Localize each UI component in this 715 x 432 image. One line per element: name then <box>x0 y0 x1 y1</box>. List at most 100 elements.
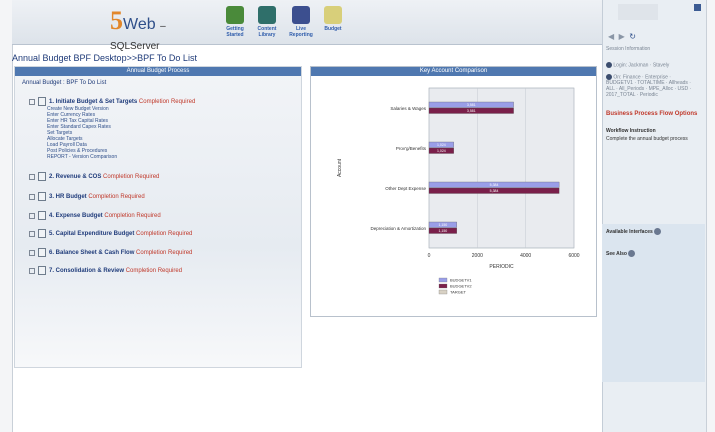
task-consolidation[interactable]: 7. Consolidation & Review Completion Req… <box>29 266 182 275</box>
expand-icon[interactable] <box>29 173 35 180</box>
info-icon[interactable] <box>628 250 636 257</box>
see-also-label: See Also <box>606 250 627 257</box>
task-label: 4. Expense Budget <box>49 213 103 220</box>
user-icon <box>606 62 612 68</box>
context-icon <box>606 74 612 80</box>
live-reporting-button[interactable]: Live Reporting <box>286 6 316 38</box>
data-label: 5,384 <box>490 189 499 193</box>
task-label: 1. Initiate Budget & Set Targets <box>49 99 138 106</box>
data-label: 1,150 <box>439 223 448 227</box>
logo-separator: – <box>160 21 166 32</box>
category-label: Salaries & Wages <box>390 106 426 111</box>
expand-icon[interactable] <box>29 249 35 256</box>
task-label: 6. Balance Sheet & Cash Flow <box>49 250 135 257</box>
workflow-text: Complete the annual budget process <box>606 136 688 142</box>
data-label: 3,581 <box>467 103 476 107</box>
logo-web-text: Web <box>123 16 156 33</box>
data-label: 1,024 <box>437 143 446 147</box>
expand-icon[interactable] <box>29 212 35 219</box>
expand-icon[interactable] <box>29 230 35 237</box>
key-account-header: Key Account Comparison <box>311 67 596 76</box>
back-icon[interactable]: ◀ <box>608 32 614 41</box>
getting-started-button[interactable]: Getting Started <box>220 6 250 38</box>
data-label: 3,581 <box>467 109 476 113</box>
document-icon <box>38 248 46 257</box>
task-label: 3. HR Budget <box>49 194 87 201</box>
legend-swatch <box>438 277 448 283</box>
x-tick-label: 0 <box>428 253 431 259</box>
available-interfaces-link[interactable]: Available Interfaces <box>606 228 662 235</box>
data-label: 1,150 <box>439 229 448 233</box>
book-icon <box>258 6 276 24</box>
document-icon <box>38 229 46 238</box>
legend-label: BUDGETV2 <box>450 284 472 289</box>
session-context: On: Finance · Enterprise · BUDGETV1 · TO… <box>606 74 698 98</box>
task-status: Completion Required <box>136 231 193 238</box>
task-hr-budget[interactable]: 3. HR Budget Completion Required <box>29 192 145 201</box>
house-icon <box>226 6 244 24</box>
task-capex-budget[interactable]: 5. Capital Expenditure Budget Completion… <box>29 229 192 238</box>
category-label: Depreciation & Amortization <box>370 226 426 231</box>
bpf-options-header: Business Process Flow Options <box>606 111 698 117</box>
task-label: 7. Consolidation & Review <box>49 268 125 275</box>
budget-icon <box>324 6 342 24</box>
document-icon <box>38 172 46 181</box>
breadcrumb: Annual Budget BPF Desktop>>BPF To Do Lis… <box>12 53 197 63</box>
x-axis-label: PERIODIC <box>489 264 514 270</box>
refresh-icon[interactable]: ↻ <box>629 32 636 41</box>
logo-number: 5 <box>110 6 123 35</box>
task-label: 5. Capital Expenditure Budget <box>49 231 135 238</box>
task-balance-sheet[interactable]: 6. Balance Sheet & Cash Flow Completion … <box>29 248 192 257</box>
x-tick-label: 2000 <box>472 253 483 259</box>
session-login: Login: Jackman · Stavely <box>606 62 698 68</box>
legend-label: BUDGETV1 <box>450 278 472 283</box>
nav-arrows[interactable]: ◀ ▶ ↻ <box>608 26 668 41</box>
live-reporting-label-2: Reporting <box>289 32 313 38</box>
report-icon <box>292 6 310 24</box>
content-library-button[interactable]: Content Library <box>252 6 282 38</box>
category-label: Prov'g/Benefits <box>396 146 427 151</box>
partner-logo <box>618 4 658 20</box>
expand-icon[interactable] <box>29 193 35 200</box>
session-login-text: Login: Jackman · Stavely <box>613 62 670 69</box>
expand-icon[interactable] <box>29 267 35 274</box>
task-status: Completion Required <box>125 268 183 275</box>
task-status: Completion Required <box>88 194 145 201</box>
y-axis-label: Account <box>337 158 343 177</box>
todo-list-title: Annual Budget : BPF To Do List <box>22 80 107 86</box>
document-icon <box>38 266 46 275</box>
category-label: Other Dept Expense <box>385 186 426 191</box>
workflow-title: Workflow Instruction <box>606 128 656 134</box>
key-account-panel: Key Account Comparison 0 2000 4000 6000 Sala… <box>310 66 597 317</box>
session-context-text: On: Finance · Enterprise · BUDGETV1 · TO… <box>606 74 692 99</box>
task-label: 2. Revenue & COS <box>49 174 102 181</box>
getting-started-label-2: Started <box>226 32 244 38</box>
subtask-list: Create New Budget Version Enter Currency… <box>47 106 117 160</box>
data-label: 1,024 <box>437 149 446 153</box>
x-tick-label: 6000 <box>568 253 579 259</box>
task-status: Completion Required <box>136 250 193 257</box>
session-header: Session Information <box>606 46 651 52</box>
subtask-link[interactable]: REPORT - Version Comparison <box>47 154 117 160</box>
document-icon <box>38 97 46 106</box>
legend-swatch <box>438 283 448 289</box>
forward-icon[interactable]: ▶ <box>619 32 625 41</box>
see-also-link[interactable]: See Also <box>606 250 636 257</box>
task-revenue-cos[interactable]: 2. Revenue & COS Completion Required <box>29 172 159 181</box>
task-status: Completion Required <box>138 99 196 106</box>
info-icon[interactable] <box>654 228 662 235</box>
available-interfaces-label: Available Interfaces <box>606 228 653 235</box>
logo-db-text: SQLServer <box>110 41 160 52</box>
legend-label: TARGET <box>450 290 466 295</box>
data-label: 5,384 <box>490 183 499 187</box>
budget-button[interactable]: Budget <box>318 6 348 32</box>
document-icon <box>38 192 46 201</box>
legend-swatch <box>438 289 448 295</box>
collapse-icon[interactable] <box>29 98 35 105</box>
task-expense-budget[interactable]: 4. Expense Budget Completion Required <box>29 211 161 220</box>
close-icon[interactable] <box>694 4 701 11</box>
task-status: Completion Required <box>104 213 161 220</box>
task-initiate-budget[interactable]: 1. Initiate Budget & Set Targets Complet… <box>29 97 195 106</box>
budget-label: Budget <box>324 26 342 32</box>
task-status: Completion Required <box>103 174 160 181</box>
